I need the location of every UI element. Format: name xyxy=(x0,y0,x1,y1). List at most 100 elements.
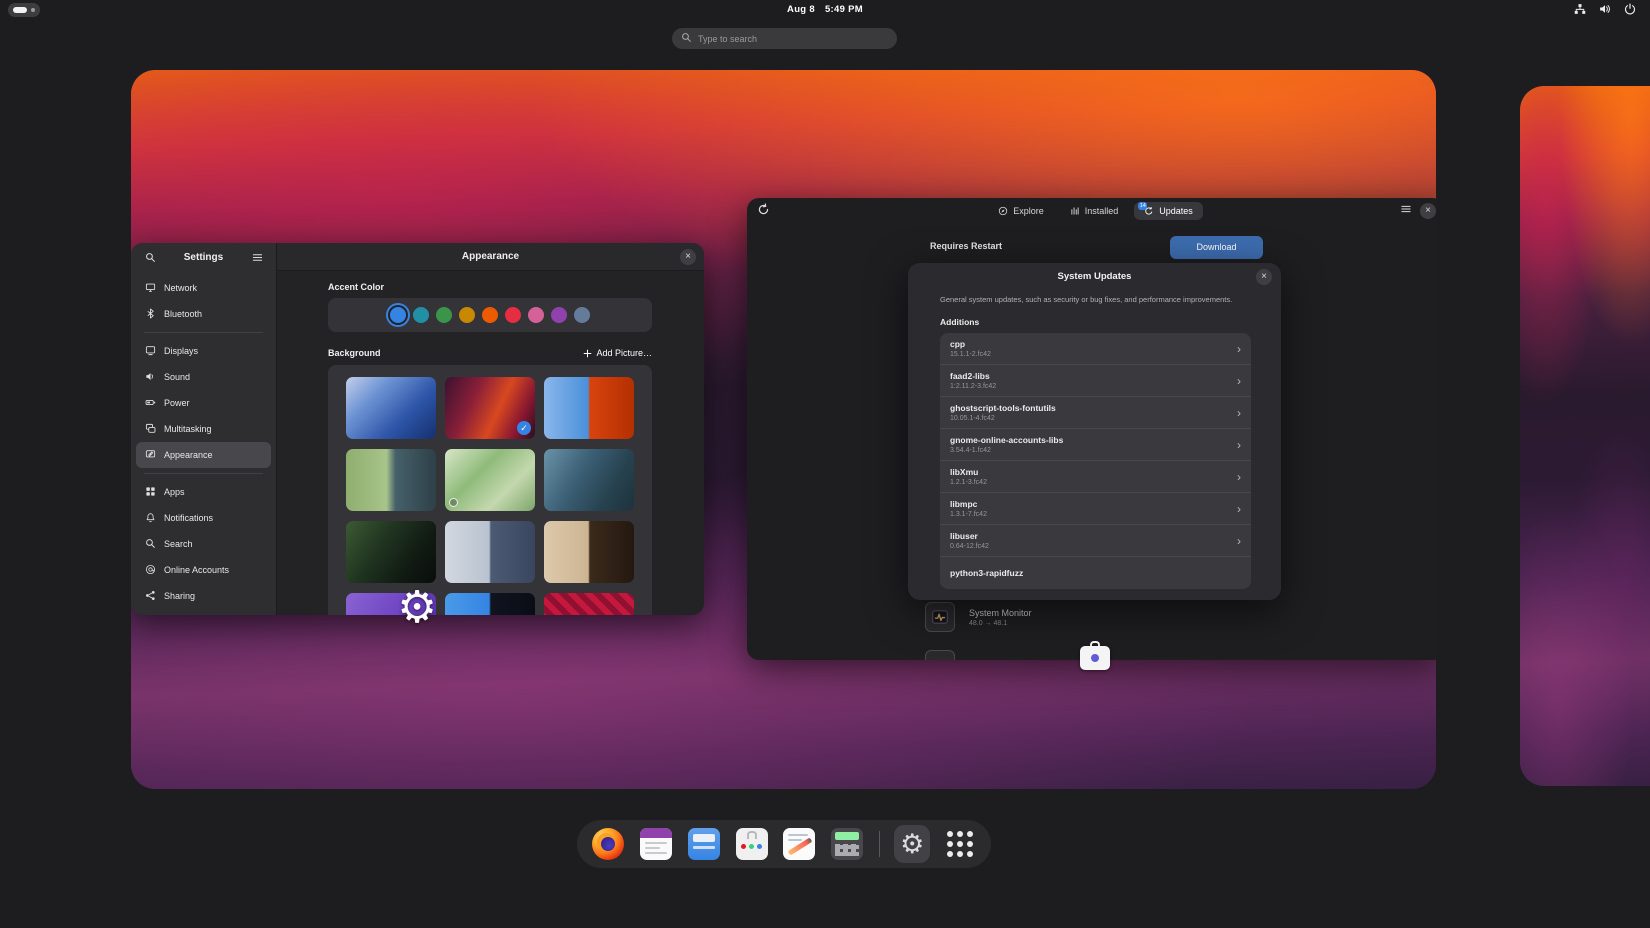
settings-gear-icon: ⚙ xyxy=(896,828,928,860)
wallpaper-thumb-teal-waves[interactable] xyxy=(544,449,634,511)
tab-explore[interactable]: Explore xyxy=(988,202,1054,220)
overview-search[interactable] xyxy=(672,28,897,49)
sidebar-item-network[interactable]: Network xyxy=(136,275,271,301)
bag-dot xyxy=(1091,654,1099,662)
sidebar-label: Multitasking xyxy=(164,424,212,434)
package-row-libXmu[interactable]: libXmu1.2.1-3.fc42 › xyxy=(940,461,1251,493)
software-header: Explore Installed 14 Updates xyxy=(747,198,1436,224)
wallpaper-thumb-marble-split[interactable] xyxy=(445,521,535,583)
dock-item-software[interactable] xyxy=(734,825,770,863)
multitasking-icon xyxy=(145,423,156,436)
update-row-system-monitor[interactable]: System Monitor 48.0 → 48.1 xyxy=(925,602,1436,632)
updates-count-badge: 14 xyxy=(1138,202,1147,210)
tab-installed[interactable]: Installed xyxy=(1060,202,1129,220)
accent-dot-purple[interactable] xyxy=(551,307,567,323)
compass-icon xyxy=(998,206,1008,216)
sound-icon xyxy=(145,371,156,384)
sidebar-label: Apps xyxy=(164,487,185,497)
sidebar-item-displays[interactable]: Displays xyxy=(136,338,271,364)
wallpaper-thumb-tree-light[interactable] xyxy=(445,449,535,511)
workspace-current[interactable]: Settings Network Bluetooth xyxy=(131,70,1436,789)
dock-item-files[interactable] xyxy=(686,825,722,863)
sidebar-item-power[interactable]: Power xyxy=(136,390,271,416)
dock-item-calculator[interactable] xyxy=(829,825,865,863)
package-row-ghostscript-tools-fontutils[interactable]: ghostscript-tools-fontutils10.05.1-4.fc4… xyxy=(940,397,1251,429)
requires-restart-label: Requires Restart xyxy=(930,241,1002,251)
accent-dot-yellow[interactable] xyxy=(459,307,475,323)
dock-item-app-grid[interactable] xyxy=(942,825,978,863)
settings-window[interactable]: Settings Network Bluetooth xyxy=(131,243,704,615)
package-row-gnome-online-accounts-libs[interactable]: gnome-online-accounts-libs3.54.4-1.fc42 … xyxy=(940,429,1251,461)
app-icon xyxy=(925,650,955,660)
sidebar-item-search[interactable]: Search xyxy=(136,531,271,557)
search-input[interactable] xyxy=(698,34,888,44)
network-icon xyxy=(145,282,156,295)
accent-dot-orange[interactable] xyxy=(482,307,498,323)
accent-dot-red[interactable] xyxy=(505,307,521,323)
refresh-icon[interactable] xyxy=(757,203,770,221)
sidebar-label: Appearance xyxy=(164,450,213,460)
clock-date: Aug 8 xyxy=(787,4,815,15)
software-window[interactable]: Explore Installed 14 Updates xyxy=(747,198,1436,660)
text-editor-icon xyxy=(783,828,815,860)
package-version: 3.54.4-1.fc42 xyxy=(950,447,1237,454)
workspace-preview-next[interactable] xyxy=(1520,86,1650,786)
wallpaper-thumb-blue-split[interactable] xyxy=(445,593,535,615)
system-tray[interactable] xyxy=(1574,3,1636,15)
sidebar-item-appearance[interactable]: Appearance xyxy=(136,442,271,468)
wallpaper-thumb-dark-fern[interactable] xyxy=(346,521,436,583)
wallpaper-thumb-blue-cubes[interactable] xyxy=(346,377,436,439)
package-row-python3-rapidfuzz[interactable]: python3-rapidfuzz xyxy=(940,557,1251,589)
package-name: ghostscript-tools-fontutils xyxy=(950,403,1237,413)
wallpaper-thumb-orange-red-abstract[interactable]: ✓ xyxy=(445,377,535,439)
dialog-title: System Updates xyxy=(908,271,1281,282)
sidebar-item-online-accounts[interactable]: Online Accounts xyxy=(136,557,271,583)
dock-item-firefox[interactable] xyxy=(590,825,626,863)
add-picture-label: Add Picture… xyxy=(596,348,652,358)
close-icon[interactable]: × xyxy=(1256,269,1272,285)
dock-item-text-editor[interactable] xyxy=(782,825,818,863)
sidebar-item-sharing[interactable]: Sharing xyxy=(136,583,271,609)
wallpaper-thumb-red-berries[interactable] xyxy=(544,593,634,615)
wallpaper-thumb-sand-split[interactable] xyxy=(544,521,634,583)
package-row-libuser[interactable]: libuser0.64-12.fc42 › xyxy=(940,525,1251,557)
sidebar-separator xyxy=(144,332,263,333)
sidebar-item-bluetooth[interactable]: Bluetooth xyxy=(136,301,271,327)
package-row-cpp[interactable]: cpp15.1.1-2.fc42 › xyxy=(940,333,1251,365)
settings-app-icon[interactable]: ⚙ xyxy=(395,586,439,630)
sidebar-item-apps[interactable]: Apps xyxy=(136,479,271,505)
apps-icon xyxy=(145,486,156,499)
accent-dot-green[interactable] xyxy=(436,307,452,323)
settings-app-title: Settings xyxy=(165,252,242,263)
settings-main-pane: Appearance × Accent Color xyxy=(277,243,704,615)
package-row-libmpc[interactable]: libmpc1.3.1-7.fc42 › xyxy=(940,493,1251,525)
software-app-icon[interactable] xyxy=(1077,637,1113,673)
accent-dot-slate[interactable] xyxy=(574,307,590,323)
add-picture-button[interactable]: Add Picture… xyxy=(583,348,652,358)
sidebar-item-sound[interactable]: Sound xyxy=(136,364,271,390)
package-row-faad2-libs[interactable]: faad2-libs1:2.11.2-3.fc42 › xyxy=(940,365,1251,397)
sharing-icon xyxy=(145,590,156,603)
sidebar-item-notifications[interactable]: Notifications xyxy=(136,505,271,531)
accent-dot-blue[interactable] xyxy=(390,307,406,323)
sidebar-label: Displays xyxy=(164,346,198,356)
download-button[interactable]: Download xyxy=(1170,236,1263,259)
hamburger-menu-icon[interactable] xyxy=(248,248,266,266)
tab-updates[interactable]: 14 Updates xyxy=(1134,202,1203,220)
update-row-clipped[interactable] xyxy=(925,650,1436,660)
accent-dot-pink[interactable] xyxy=(528,307,544,323)
close-icon[interactable]: × xyxy=(1420,203,1436,219)
settings-search-icon[interactable] xyxy=(141,248,159,266)
accent-dot-teal[interactable] xyxy=(413,307,429,323)
sidebar-item-wellbeing[interactable]: Wellbeing xyxy=(136,609,271,615)
wallpaper-thumb-blue-orange-pills[interactable] xyxy=(544,377,634,439)
background-label: Background xyxy=(328,348,381,358)
sidebar-item-multitasking[interactable]: Multitasking xyxy=(136,416,271,442)
wallpaper-thumb-tree-split[interactable] xyxy=(346,449,436,511)
clock[interactable]: Aug 85:49 PM xyxy=(0,4,1650,15)
dock-item-settings[interactable]: ⚙ xyxy=(894,825,930,863)
dock-item-calendar[interactable] xyxy=(638,825,674,863)
close-icon[interactable]: × xyxy=(680,249,696,265)
top-bar: Aug 85:49 PM xyxy=(0,0,1650,20)
hamburger-menu-icon[interactable] xyxy=(1400,202,1412,220)
